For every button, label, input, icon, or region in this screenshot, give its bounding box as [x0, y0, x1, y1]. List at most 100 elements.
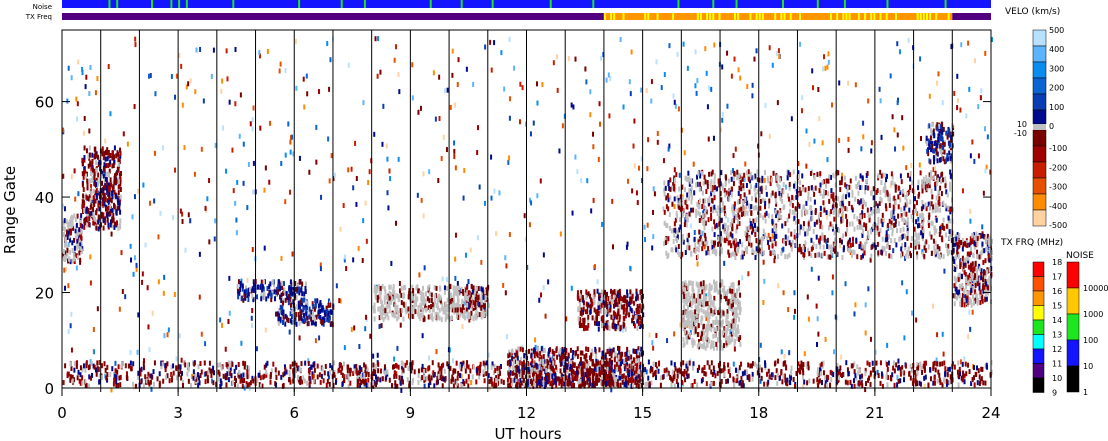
echo-cell: [93, 199, 96, 205]
txfreq-mark: [799, 13, 802, 20]
echo-cell: [570, 285, 573, 291]
echo-cell: [771, 218, 774, 224]
noise-bar-mark: [712, 0, 715, 8]
echo-cell: [618, 314, 621, 320]
echo-cell: [730, 176, 733, 182]
echo-cell: [626, 178, 629, 184]
echo-cell: [475, 315, 478, 321]
echo-cell: [454, 307, 457, 313]
txfreq-mark: [895, 13, 898, 20]
echo-cell: [870, 229, 873, 235]
echo-cell: [832, 172, 835, 178]
echo-cell: [252, 105, 255, 111]
echo-cell: [974, 261, 977, 267]
echo-cell: [771, 214, 774, 220]
echo-cell: [744, 197, 747, 203]
echo-cell: [251, 293, 254, 299]
echo-cell: [609, 307, 612, 313]
range-time-plot: 0 3 6 9 12 15 18 21 24 0 20 40 60 500 400 300 200 100 0 -10…: [0, 0, 1108, 441]
txfreq-mark: [737, 13, 740, 20]
echo-cell: [239, 92, 242, 98]
echo-cell: [397, 156, 400, 162]
echo-cell: [937, 71, 940, 77]
echo-cell: [888, 218, 891, 224]
echo-cell: [683, 187, 686, 193]
echo-cell: [281, 285, 284, 291]
echo-cell: [407, 294, 410, 300]
echo-cell: [958, 239, 961, 245]
echo-cell: [115, 210, 118, 216]
echo-cell: [955, 289, 958, 295]
echo-cell: [726, 338, 729, 344]
echo-cell: [208, 178, 211, 184]
echo-cell: [941, 225, 944, 231]
echo-cell: [784, 234, 787, 240]
echo-cell: [415, 302, 418, 308]
echo-cell: [687, 304, 690, 310]
echo-cell: [870, 253, 873, 259]
echo-cell: [110, 231, 113, 237]
echo-cell: [89, 254, 92, 260]
echo-cell: [929, 135, 932, 141]
echo-cell: [281, 280, 284, 286]
echo-cell: [132, 271, 135, 277]
echo-cell: [962, 242, 965, 248]
echo-cell: [655, 59, 658, 65]
echo-cell: [819, 205, 822, 211]
echo-cell: [889, 212, 892, 218]
echo-cell: [102, 218, 105, 224]
echo-cell: [592, 294, 595, 300]
echo-cell: [880, 180, 883, 186]
echo-cell: [727, 300, 730, 306]
echo-cell: [467, 279, 470, 285]
echo-cell: [741, 254, 744, 260]
echo-cell: [682, 336, 685, 342]
echo-cell: [62, 225, 65, 231]
echo-cell: [228, 99, 231, 105]
echo-cell: [673, 232, 676, 238]
echo-cell: [937, 189, 940, 195]
echo-cell: [558, 148, 561, 154]
echo-cell: [708, 297, 711, 303]
echo-cell: [887, 233, 890, 239]
echo-cell: [749, 184, 752, 190]
echo-cell: [598, 296, 601, 302]
echo-cell: [711, 249, 714, 255]
echo-cell: [660, 85, 663, 91]
echo-cell: [697, 171, 700, 177]
echo-cell: [167, 327, 170, 333]
echo-cell: [730, 170, 733, 176]
echo-cell: [768, 45, 771, 51]
echo-cell: [815, 303, 818, 309]
echo-cell: [302, 76, 305, 82]
echo-cell: [722, 185, 725, 191]
echo-cell: [97, 172, 100, 178]
echo-cell: [701, 331, 704, 337]
txfreq-mark: [712, 13, 715, 20]
echo-cell: [906, 192, 909, 198]
echo-cell: [915, 317, 918, 323]
echo-cell: [636, 325, 639, 331]
txfreq-mark: [610, 13, 613, 20]
echo-cell: [300, 316, 303, 322]
echo-cell: [157, 234, 160, 240]
echo-cell: [270, 292, 273, 298]
echo-cell: [804, 209, 807, 215]
echo-cell: [298, 315, 301, 321]
echo-cell: [402, 301, 405, 307]
echo-cell: [676, 238, 679, 244]
echo-cell: [804, 240, 807, 246]
echo-cell: [959, 359, 962, 365]
echo-cell: [921, 213, 924, 219]
echo-cell: [88, 152, 91, 158]
echo-cell: [907, 253, 910, 259]
echo-cell: [576, 169, 579, 175]
echo-cell: [228, 275, 231, 281]
echo-cell: [940, 178, 943, 184]
txfreq-mark: [749, 13, 752, 20]
echo-cell: [982, 190, 985, 196]
echo-cell: [576, 294, 579, 300]
echo-cell: [732, 153, 735, 159]
echo-cell: [92, 206, 95, 212]
echo-cell: [866, 170, 869, 176]
